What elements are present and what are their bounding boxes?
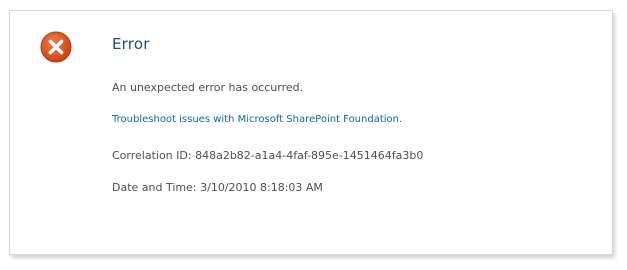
correlation-id-value: 848a2b82-a1a4-4faf-895e-1451464fa3b0 [195, 149, 424, 162]
date-time-value: 3/10/2010 8:18:03 AM [200, 181, 323, 194]
date-time-label: Date and Time: [112, 181, 201, 194]
correlation-id-row: Correlation ID: 848a2b82-a1a4-4faf-895e-… [112, 149, 423, 162]
error-message: An unexpected error has occurred. [112, 81, 304, 94]
error-panel: Error An unexpected error has occurred. … [9, 10, 613, 255]
date-time-row: Date and Time: 3/10/2010 8:18:03 AM [112, 181, 323, 194]
troubleshoot-link[interactable]: Troubleshoot issues with Microsoft Share… [112, 114, 402, 125]
error-title: Error [112, 35, 150, 53]
correlation-id-label: Correlation ID: [112, 149, 196, 162]
error-x-icon [40, 31, 72, 63]
